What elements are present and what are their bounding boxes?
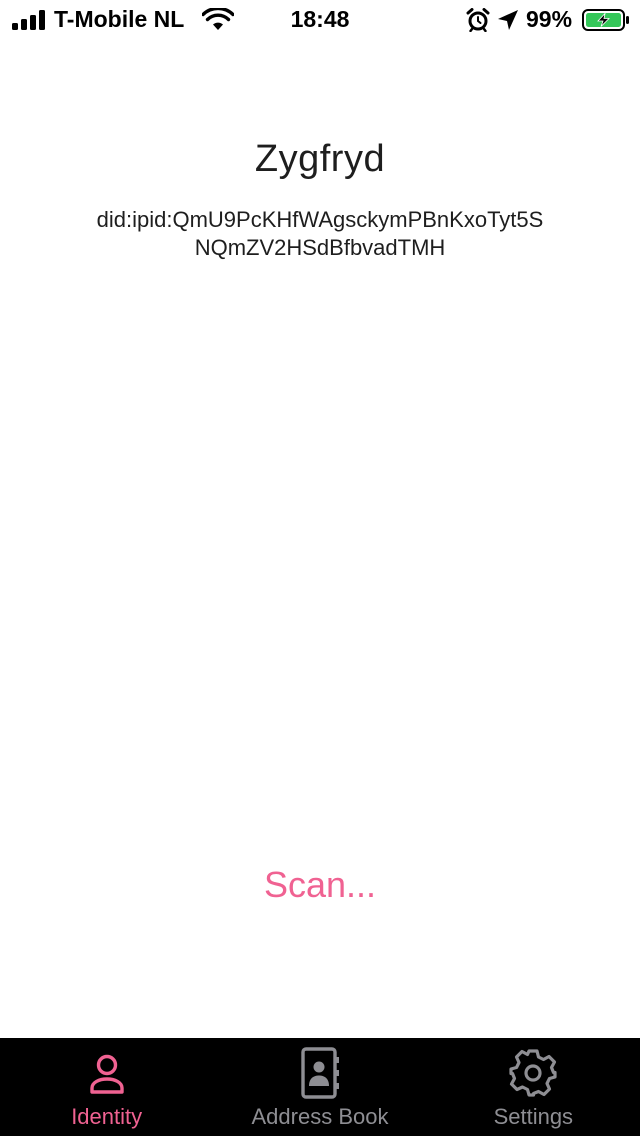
address-book-icon [301, 1047, 339, 1099]
identity-did: did:ipid:QmU9PcKHfWAgsckymPBnKxoTyt5S NQ… [60, 206, 580, 262]
location-arrow-icon [498, 10, 518, 30]
tab-identity[interactable]: Identity [0, 1038, 213, 1136]
alarm-icon [466, 8, 490, 32]
tab-settings-label: Settings [493, 1104, 574, 1129]
scan-button[interactable]: Scan... [220, 860, 420, 910]
identity-did-line-1: did:ipid:QmU9PcKHfWAgsckymPBnKxoTyt5S [96, 207, 544, 232]
tab-address-book[interactable]: Address Book [213, 1038, 426, 1136]
battery-percentage: 99% [526, 6, 573, 32]
tab-settings[interactable]: Settings [427, 1038, 640, 1136]
person-icon [89, 1054, 124, 1094]
status-bar: T-Mobile NL 18:48 99% [0, 0, 640, 40]
tab-bar: Identity Address Book Settings [0, 1038, 640, 1136]
tab-address-book-label: Address Book [251, 1104, 389, 1129]
tab-identity-label: Identity [71, 1104, 143, 1129]
identity-did-line-2: NQmZV2HSdBfbvadTMH [194, 235, 446, 260]
gear-icon [509, 1049, 557, 1097]
identity-name: Zygfryd [254, 138, 386, 180]
battery-charging-icon [582, 9, 629, 31]
